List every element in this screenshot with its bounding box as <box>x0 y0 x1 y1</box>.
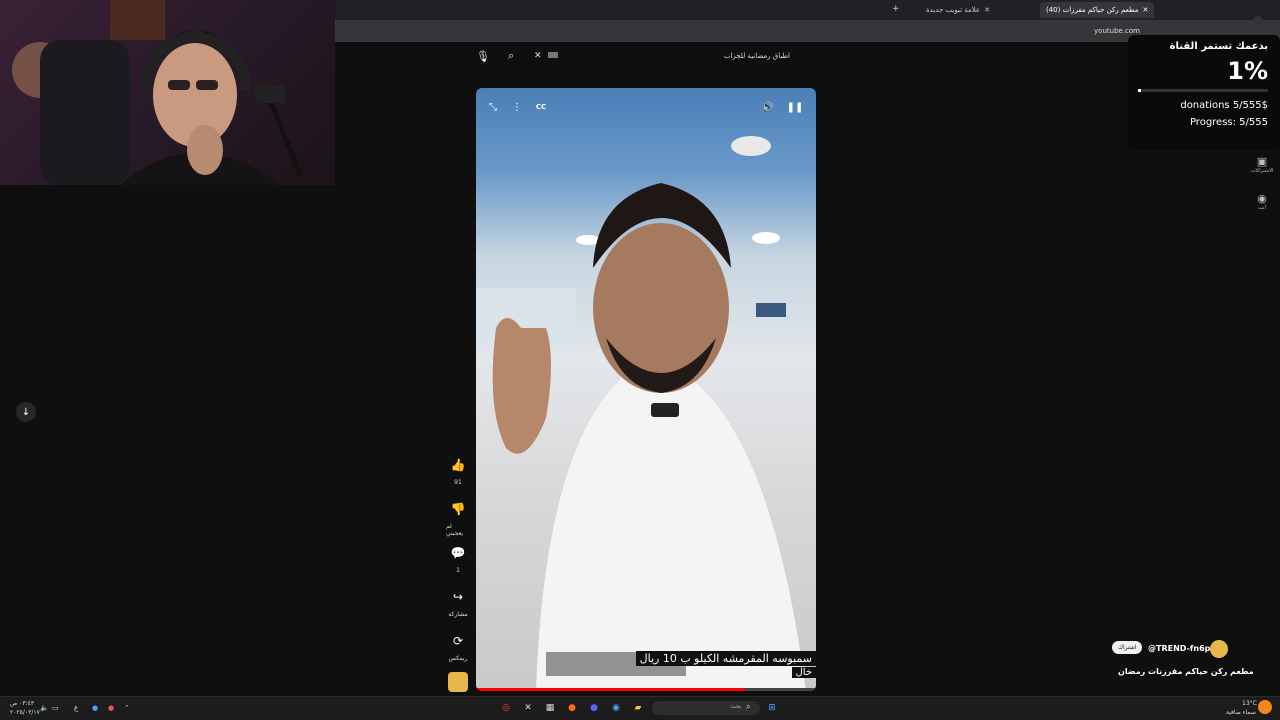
comments-button[interactable]: 💬 1 <box>446 542 470 574</box>
taskbar-search-placeholder: بحث <box>730 703 742 710</box>
discord-icon[interactable]: ● <box>586 700 602 716</box>
remix-icon: ⟳ <box>452 634 464 648</box>
comments-count: 1 <box>456 567 460 574</box>
search-icon[interactable]: ⌕ <box>508 49 514 63</box>
tab-new[interactable]: علامة تبويب جديدة ✕ <box>920 2 996 18</box>
search-icon: ⌕ <box>746 702 751 711</box>
video-title[interactable]: مطعم ركن حياكم مفرزنات رمضان <box>1118 667 1254 676</box>
remix-label: ريمكس <box>448 655 468 662</box>
streamer-image <box>12 0 303 185</box>
donation-amount: donations 5/555$ <box>1180 100 1268 111</box>
volume-icon[interactable]: 🔊 <box>757 96 779 118</box>
video-frame <box>476 136 806 691</box>
language-indicator[interactable]: ع <box>74 704 78 712</box>
webcam-overlay <box>0 0 335 185</box>
video-progress-fill <box>476 688 745 691</box>
network-tray-icon[interactable]: ▭ <box>52 704 59 712</box>
more-options-icon[interactable]: ⋮ <box>506 96 528 118</box>
share-icon: ↪ <box>452 590 464 604</box>
thumbs-down-icon: 👎 <box>450 502 466 516</box>
donation-widget: بدعمك تستمر القناة 1% donations 5/555$ P… <box>1128 35 1280 150</box>
microphone-icon[interactable]: 🎙 <box>476 50 490 63</box>
calculator-icon[interactable]: ▦ <box>542 700 558 716</box>
captions-icon[interactable]: CC <box>530 96 552 118</box>
rail-label: أنت <box>1258 205 1266 211</box>
account-avatar[interactable] <box>1253 16 1263 26</box>
caption-line-2: خال <box>791 667 816 678</box>
donation-percent: 1% <box>1227 57 1268 85</box>
fullscreen-icon[interactable]: ⤡ <box>482 96 504 118</box>
rail-label: الاشتراكات <box>1250 168 1274 174</box>
subscribe-button[interactable]: اشتراك <box>1112 641 1143 654</box>
user-icon: ◉ <box>1257 192 1267 205</box>
video-progress-bar[interactable] <box>476 688 816 691</box>
donation-progress-text: Progress: 5/555 <box>1189 117 1268 128</box>
app-tray-icon[interactable]: ● <box>108 704 114 712</box>
url-text[interactable]: youtube.com <box>1094 27 1140 35</box>
new-tab-button[interactable]: + <box>892 4 900 14</box>
rail-subscriptions[interactable]: ▣ الاشتراكات <box>1246 155 1278 174</box>
channel-handle[interactable]: @TREND-fn6pm <box>1148 644 1219 653</box>
thumbs-up-icon: 👍 <box>450 458 466 472</box>
pause-icon[interactable]: ❚❚ <box>784 96 806 118</box>
tab-label: علامة تبويب جديدة <box>926 6 981 14</box>
donation-progress-fill <box>1138 89 1141 92</box>
comment-icon: 💬 <box>450 546 466 560</box>
scroll-down-button[interactable]: ↓ <box>16 402 36 422</box>
channel-avatar[interactable] <box>1210 640 1228 658</box>
share-button[interactable]: ↪ مشاركة <box>446 586 470 618</box>
like-count: 91 <box>454 479 462 486</box>
dislike-label: لم يعجبني <box>446 523 464 537</box>
weather-icon[interactable] <box>1258 700 1272 714</box>
sound-thumbnail[interactable] <box>448 672 468 692</box>
taskbar-time[interactable]: ٠٣:٤٣ ص <box>10 700 34 707</box>
mic-tray-icon[interactable]: ● <box>92 704 98 712</box>
tab-close-icon[interactable]: ✕ <box>1143 6 1149 14</box>
weather-temp[interactable]: 13°C <box>1242 700 1257 707</box>
search-bar: 🎙 ⌕ ✕ اطباق رمضانية للجزاب <box>470 47 800 67</box>
taskbar-date[interactable]: ٢٠٢٥/٠٣/١٧ <box>10 709 40 716</box>
taskbar-search[interactable] <box>652 701 760 715</box>
remix-button[interactable]: ⟳ ريمكس <box>446 630 470 662</box>
donation-progress-bar <box>1138 89 1268 92</box>
search-input[interactable]: اطباق رمضانية للجزاب <box>724 52 790 60</box>
rail-you[interactable]: ◉ أنت <box>1246 192 1278 211</box>
obs-icon[interactable]: ◎ <box>498 700 514 716</box>
donation-title: بدعمك تستمر القناة <box>1169 41 1268 52</box>
tab-close-icon[interactable]: ✕ <box>984 6 990 14</box>
caption-line-1: سمبوسه المقرمشه الكيلو ب 10 ريال <box>635 651 816 666</box>
like-button[interactable]: 👍 91 <box>446 454 470 486</box>
shorts-video-player[interactable]: ⤡ ⋮ CC 🔊 ❚❚ سمبوسه المقرمشه الكيلو ب 10 … <box>476 88 816 691</box>
keyboard-icon[interactable] <box>548 52 558 58</box>
share-label: مشاركة <box>448 611 468 618</box>
clear-icon[interactable]: ✕ <box>534 51 542 61</box>
weather-desc[interactable]: سماء صافية <box>1226 709 1256 716</box>
tab-label: (40) مطعم ركن حياكم مفرزات <box>1046 6 1139 14</box>
chrome-icon[interactable]: ◉ <box>608 700 624 716</box>
capcut-icon[interactable]: ✕ <box>520 700 536 716</box>
chevron-up-icon[interactable]: ⌃ <box>124 704 130 712</box>
firefox-icon[interactable]: ● <box>564 700 580 716</box>
volume-tray-icon[interactable]: 🔈 <box>40 704 49 712</box>
windows-start-icon[interactable]: ⊞ <box>764 700 780 716</box>
file-explorer-icon[interactable]: ▰ <box>630 700 646 716</box>
subscriptions-icon: ▣ <box>1256 155 1268 168</box>
dislike-button[interactable]: 👎 لم يعجبني <box>446 498 470 537</box>
tab-active[interactable]: (40) مطعم ركن حياكم مفرزات ✕ <box>1040 2 1155 18</box>
